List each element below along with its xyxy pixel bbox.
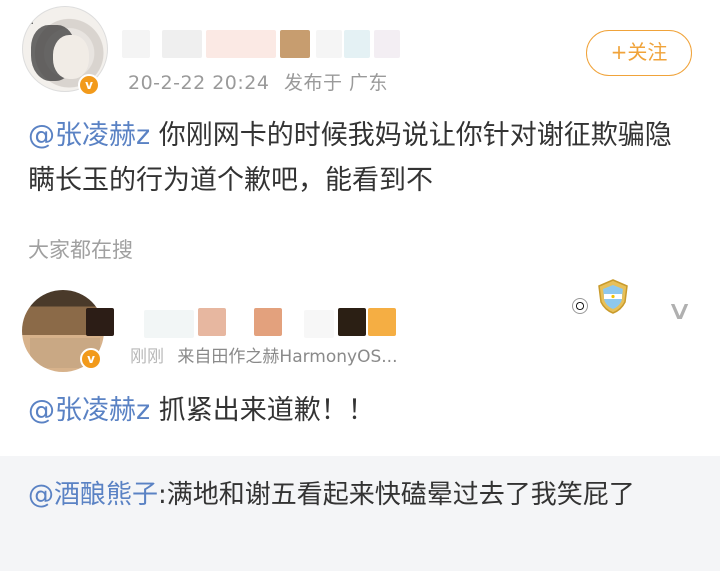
follow-button[interactable]: +关注 bbox=[586, 30, 692, 76]
post-location: 发布于 广东 bbox=[284, 72, 389, 94]
mention-link[interactable]: @张凌赫z bbox=[28, 395, 150, 426]
reply-block[interactable]: @酒酿熊子:满地和谢五看起来快磕晕过去了我笑屁了 bbox=[0, 456, 720, 571]
comment-source: 来自田作之赫HarmonyOS... bbox=[177, 347, 398, 367]
reply-text: @酒酿熊子:满地和谢五看起来快磕晕过去了我笑屁了 bbox=[28, 474, 698, 517]
verified-badge-icon: v bbox=[80, 348, 102, 370]
commenter-name-blurred[interactable] bbox=[86, 308, 406, 338]
comment-meta: 刚刚 来自田作之赫HarmonyOS... bbox=[130, 342, 397, 367]
reply-author-link[interactable]: @酒酿熊子 bbox=[28, 480, 158, 510]
reply-body: :满地和谢五看起来快磕晕过去了我笑屁了 bbox=[158, 480, 635, 510]
post-text: @张凌赫z 你刚网卡的时候我妈说让你针对谢征欺骗隐瞒长玉的行为道个歉吧，能看到不 bbox=[28, 113, 698, 203]
avatar-doodle-icon: ? bbox=[29, 13, 36, 28]
argentina-shield-icon bbox=[598, 279, 628, 314]
comment-time: 刚刚 bbox=[130, 347, 164, 367]
post-meta: 20-2-22 20:24 发布于 广东 bbox=[128, 68, 388, 95]
avatar-face bbox=[53, 35, 89, 79]
soccer-ball-icon bbox=[572, 298, 588, 314]
verified-badge-icon: v bbox=[78, 74, 100, 96]
trending-search-label[interactable]: 大家都在搜 bbox=[28, 234, 133, 264]
post-author-name-blurred[interactable] bbox=[122, 30, 422, 58]
comment-body: 抓紧出来道歉！！ bbox=[150, 395, 375, 426]
comment-text: @张凌赫z 抓紧出来道歉！！ bbox=[28, 388, 375, 433]
mention-link[interactable]: @张凌赫z bbox=[28, 120, 150, 151]
post-time: 2-22 20:24 bbox=[160, 72, 270, 94]
post-time-masked: 20- bbox=[128, 72, 161, 94]
chevron-down-icon[interactable]: ∨ bbox=[666, 296, 693, 326]
comment-item: v ∨ 刚刚 来自田作之赫HarmonyOS... @张凌赫z 抓紧出来道歉！！ bbox=[0, 276, 720, 456]
weibo-post: ? v 20-2-22 20:24 发布于 广东 +关注 @张凌赫z 你刚网卡的… bbox=[0, 0, 720, 270]
